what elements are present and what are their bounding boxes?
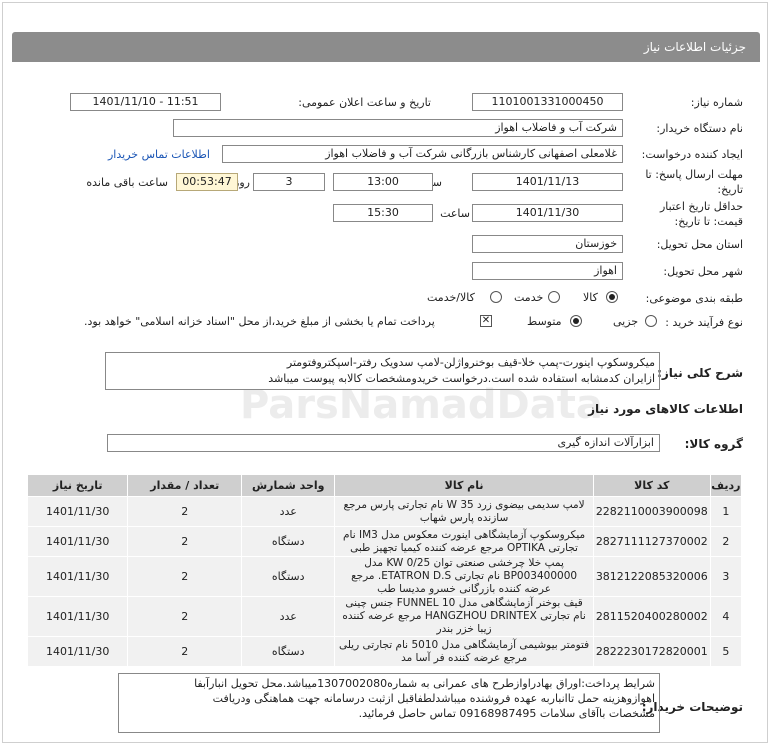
announce-label: تاریخ و ساعت اعلان عمومی:: [298, 96, 431, 109]
description-box: میکروسکوپ اینورت-پمپ خلا-قیف بوخنرواژلن-…: [105, 352, 660, 390]
row-date: 1401/11/30: [26, 526, 129, 557]
row-index: 5: [709, 636, 743, 667]
row-unit: عدد: [241, 596, 336, 637]
remaining-label: ساعت باقی مانده: [86, 176, 168, 189]
row-code: 2827111127370002: [592, 526, 711, 557]
table-row[interactable]: 2 2827111127370002 میکروسکوپ آزمایشگاهی …: [26, 526, 743, 557]
province-label: استان محل تحویل:: [656, 238, 743, 251]
row-index: 1: [709, 496, 743, 527]
category-radio-goods[interactable]: [606, 291, 618, 303]
col-qty: تعداد / مقدار: [127, 474, 243, 497]
row-date: 1401/11/30: [26, 496, 129, 527]
row-name: میکروسکوپ آزمایشگاهی اینورت معکوس مدل IM…: [334, 526, 594, 557]
deadline-label-2: تاریخ:: [717, 183, 743, 196]
goods-table: ردیف کد کالا نام کالا واحد شمارش تعداد /…: [26, 474, 743, 667]
table-row[interactable]: 4 2811520400280002 قیف بوخنر آزمایشگاهی …: [26, 596, 743, 637]
process-option-minor: جزیی: [613, 315, 639, 328]
province-field[interactable]: خوزستان: [472, 235, 623, 253]
page-title: جزئیات اطلاعات نیاز: [643, 40, 746, 54]
deadline-label: مهلت ارسال پاسخ: تا: [645, 168, 743, 181]
need-number-field[interactable]: 1101001331000450: [472, 93, 623, 111]
validity-time-label: ساعت: [440, 207, 470, 220]
buyer-label: نام دستگاه خریدار:: [656, 122, 743, 135]
row-name: پمپ خلا چرخشی صنعتی توان KW 0/25 مدل BP0…: [334, 556, 594, 597]
process-option-medium: متوسط: [527, 315, 562, 328]
row-unit: دستگاه: [241, 636, 336, 667]
description-line-2: ازایران کدمشابه استفاده شده است.درخواست …: [268, 372, 655, 385]
creator-field[interactable]: غلامعلی اصفهانی کارشناس بازرگانی شرکت آب…: [222, 145, 623, 163]
announce-field[interactable]: 1401/11/10 - 11:51: [70, 93, 221, 111]
table-row[interactable]: 1 2282110003900098 لامپ سدیمی بیضوی زرد …: [26, 496, 743, 527]
row-name: قیف بوخنر آزمایشگاهی مدل FUNNEL 10 جنس چ…: [334, 596, 594, 637]
description-line-1: میکروسکوپ اینورت-پمپ خلا-قیف بوخنرواژلن-…: [286, 356, 655, 369]
category-radio-goods-service[interactable]: [490, 291, 502, 303]
row-index: 3: [709, 556, 743, 597]
category-option-goods: کالا: [583, 291, 598, 304]
notes-line-3: مشخصات باآقای سلامات 09168987495 تماس حا…: [358, 707, 655, 720]
table-header-row: ردیف کد کالا نام کالا واحد شمارش تعداد /…: [26, 474, 743, 497]
row-unit: دستگاه: [241, 556, 336, 597]
deadline-date-field[interactable]: 1401/11/13: [472, 173, 623, 191]
row-date: 1401/11/30: [26, 636, 129, 667]
remaining-time-field: 00:53:47: [176, 173, 238, 191]
category-option-service: خدمت: [514, 291, 544, 304]
row-date: 1401/11/30: [26, 556, 129, 597]
row-qty: 2: [127, 496, 243, 527]
col-code: کد کالا: [592, 474, 711, 497]
col-date: تاریخ نیاز: [26, 474, 129, 497]
validity-label-2: قیمت: تا تاریخ:: [674, 215, 743, 228]
row-qty: 2: [127, 636, 243, 667]
payment-note: پرداخت تمام یا بخشی از مبلغ خرید،از محل …: [84, 315, 435, 328]
deadline-time-field[interactable]: 13:00: [333, 173, 433, 191]
row-code: 2811520400280002: [592, 596, 711, 637]
col-index: ردیف: [709, 474, 743, 497]
validity-date-field[interactable]: 1401/11/30: [472, 204, 623, 222]
process-radio-medium[interactable]: [570, 315, 582, 327]
row-code: 3812122085320006: [592, 556, 711, 597]
row-date: 1401/11/30: [26, 596, 129, 637]
description-label: شرح کلی نیاز:: [657, 366, 743, 380]
col-name: نام کالا: [334, 474, 594, 497]
row-qty: 2: [127, 556, 243, 597]
process-radio-minor[interactable]: [645, 315, 657, 327]
row-unit: عدد: [241, 496, 336, 527]
row-qty: 2: [127, 596, 243, 637]
city-label: شهر محل تحویل:: [663, 265, 743, 278]
validity-label: حداقل تاریخ اعتبار: [659, 200, 743, 213]
notes-line-2: اهوازوهزینه حمل تاانباربه عهده فروشنده م…: [212, 692, 655, 705]
category-option-goods-service: کالا/خدمت: [427, 291, 475, 304]
row-name: فتومتر بیوشیمی آزمایشگاهی مدل 5010 نام ت…: [334, 636, 594, 667]
creator-label: ایجاد کننده درخواست:: [641, 148, 743, 161]
col-unit: واحد شمارش: [241, 474, 336, 497]
page-header: جزئیات اطلاعات نیاز: [12, 32, 760, 62]
row-code: 2822230172820001: [592, 636, 711, 667]
row-name: لامپ سدیمی بیضوی زرد W 35 نام تجارتی پار…: [334, 496, 594, 527]
category-label: طبقه بندی موضوعی:: [645, 292, 743, 305]
treasury-checkbox[interactable]: ✕: [480, 315, 492, 327]
row-index: 4: [709, 596, 743, 637]
goods-section-title: اطلاعات کالاهای مورد نیاز: [588, 402, 743, 416]
buyer-field[interactable]: شرکت آب و فاضلاب اهواز: [173, 119, 623, 137]
contact-buyer-link[interactable]: اطلاعات تماس خریدار: [108, 148, 210, 161]
row-qty: 2: [127, 526, 243, 557]
row-unit: دستگاه: [241, 526, 336, 557]
goods-group-label: گروه کالا:: [684, 437, 743, 451]
row-index: 2: [709, 526, 743, 557]
city-field[interactable]: اهواز: [472, 262, 623, 280]
table-row[interactable]: 3 3812122085320006 پمپ خلا چرخشی صنعتی ت…: [26, 556, 743, 597]
notes-box: شرایط پرداخت:اوراق بهادراوازطرح های عمرا…: [118, 673, 660, 733]
days-field[interactable]: 3: [253, 173, 325, 191]
validity-time-field[interactable]: 15:30: [333, 204, 433, 222]
category-radio-service[interactable]: [548, 291, 560, 303]
notes-line-1: شرایط پرداخت:اوراق بهادراوازطرح های عمرا…: [194, 677, 655, 690]
process-label: نوع فرآیند خرید :: [665, 316, 743, 329]
row-code: 2282110003900098: [592, 496, 711, 527]
goods-group-field[interactable]: ابزارآلات اندازه گیری: [107, 434, 660, 452]
table-row[interactable]: 5 2822230172820001 فتومتر بیوشیمی آزمایش…: [26, 636, 743, 667]
need-number-label: شماره نیاز:: [690, 96, 743, 109]
